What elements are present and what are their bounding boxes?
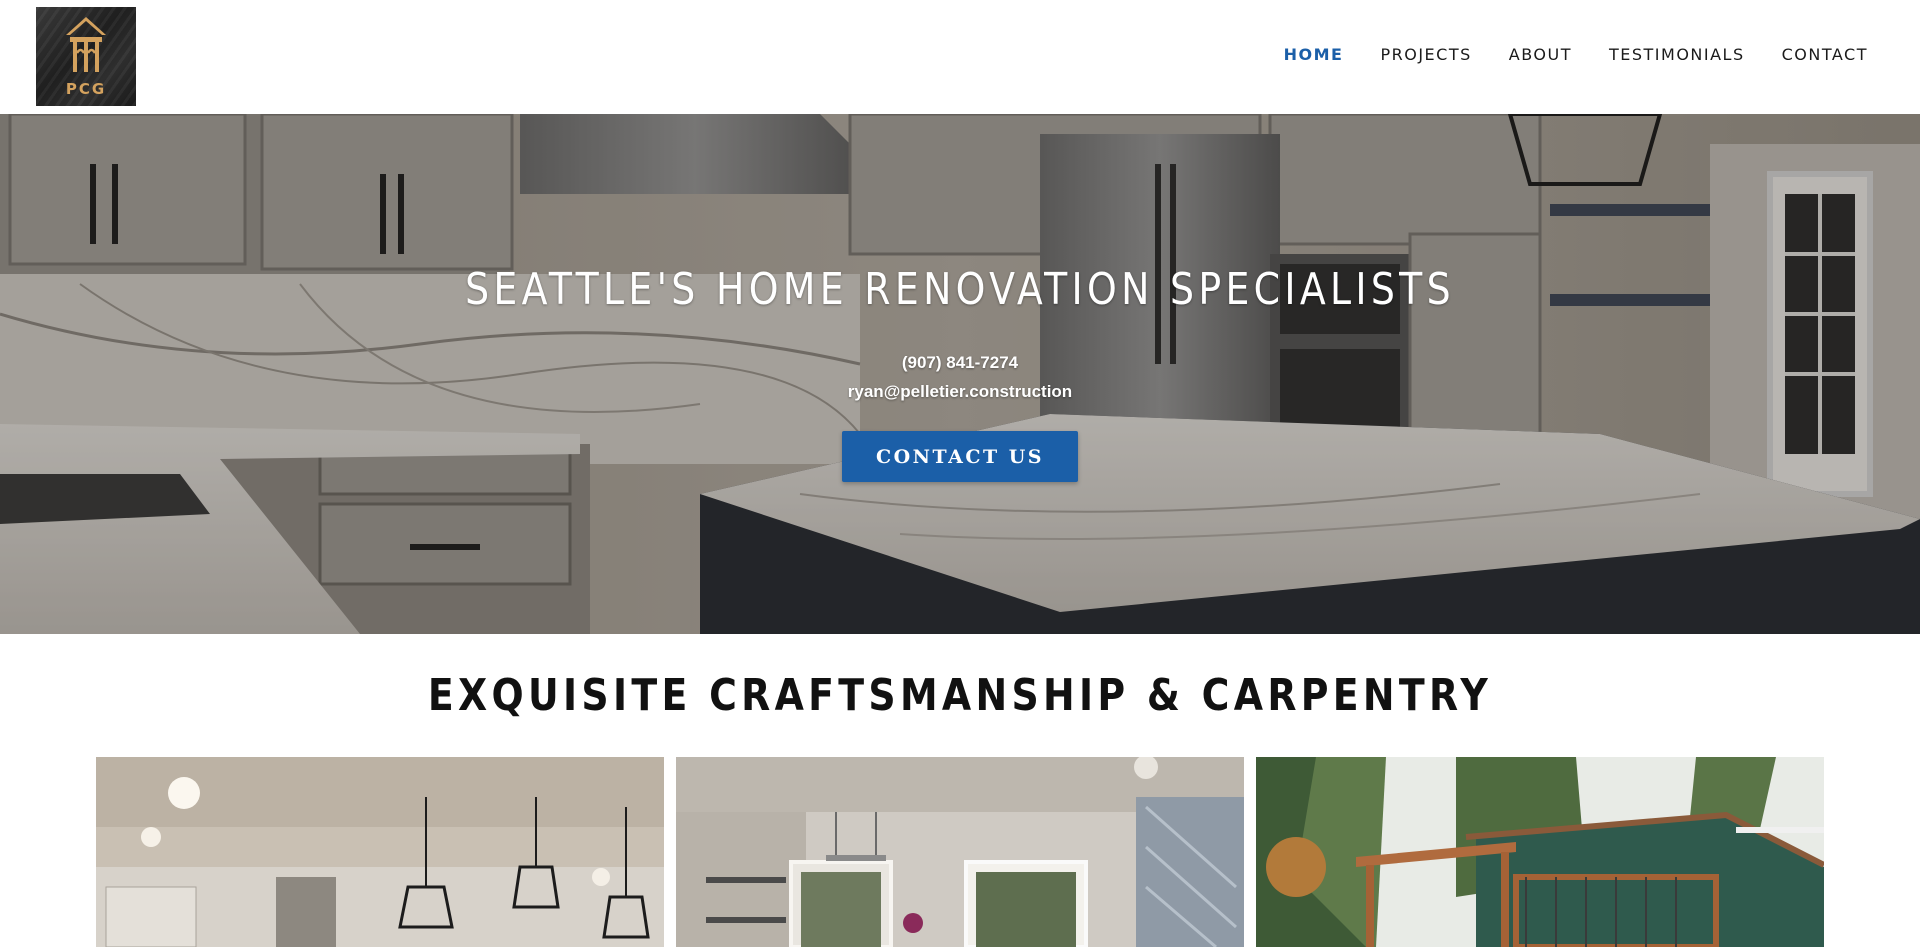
pcg-logo[interactable]: PCG: [36, 7, 136, 106]
dining-room-photo: [676, 757, 1244, 947]
logo-text: PCG: [65, 80, 107, 98]
nav-about[interactable]: ABOUT: [1509, 45, 1572, 64]
house-logo-icon: [66, 17, 106, 72]
hero-email[interactable]: ryan@pelletier.construction: [0, 382, 1920, 402]
main-nav: HOME PROJECTS ABOUT TESTIMONIALS CONTACT: [1247, 45, 1868, 64]
hero-banner: SEATTLE'S HOME RENOVATION SPECIALISTS (9…: [0, 114, 1920, 634]
nav-projects[interactable]: PROJECTS: [1380, 45, 1471, 64]
project-gallery: [96, 757, 1824, 947]
contact-us-button[interactable]: CONTACT US: [842, 431, 1078, 482]
exterior-deck-photo: [1256, 757, 1824, 947]
hero-phone[interactable]: (907) 841-7274: [0, 353, 1920, 373]
gallery-item-kitchen[interactable]: [96, 757, 664, 947]
nav-contact[interactable]: CONTACT: [1782, 45, 1868, 64]
hero-title: SEATTLE'S HOME RENOVATION SPECIALISTS: [465, 264, 1455, 315]
nav-testimonials[interactable]: TESTIMONIALS: [1609, 45, 1745, 64]
kitchen-pendant-lights-photo: [96, 757, 664, 947]
gallery-item-dining[interactable]: [676, 757, 1244, 947]
nav-home[interactable]: HOME: [1284, 45, 1344, 64]
gallery-item-exterior[interactable]: [1256, 757, 1824, 947]
site-header: PCG HOME PROJECTS ABOUT TESTIMONIALS CON…: [0, 0, 1920, 114]
section-title: EXQUISITE CRAFTSMANSHIP & CARPENTRY: [427, 670, 1493, 721]
